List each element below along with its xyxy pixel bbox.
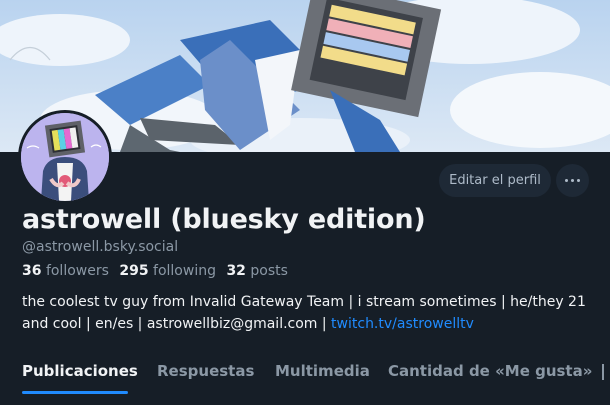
avatar-image [21,113,109,201]
following-label: following [153,263,216,279]
more-options-button[interactable] [556,164,589,197]
tab-overflow-indicator[interactable] [602,364,604,380]
profile-stats: 36 followers 295 following 32 posts [22,263,288,279]
bio-link[interactable]: twitch.tv/astrowelltv [331,316,474,332]
display-name: astrowell (bluesky edition) [22,204,426,235]
tab-likes[interactable]: Cantidad de «Me gusta» [388,362,592,380]
following-link[interactable]: 295 following [119,263,216,279]
followers-label: followers [45,263,109,279]
followers-link[interactable]: 36 followers [22,263,109,279]
profile-tabs: Publicaciones Respuestas Multimedia Cant… [0,352,610,405]
posts-count: 32 [226,263,246,279]
profile-avatar[interactable] [18,110,112,204]
edit-profile-button[interactable]: Editar el perfil [439,164,551,197]
following-count: 295 [119,263,149,279]
posts-stat: 32 posts [226,263,287,279]
profile-handle: @astrowell.bsky.social [22,239,179,255]
tab-multimedia[interactable]: Multimedia [275,362,370,380]
tab-respuestas[interactable]: Respuestas [157,362,254,380]
bio-text: the coolest tv guy from Invalid Gateway … [22,294,586,332]
active-tab-indicator [22,391,128,394]
profile-bio: the coolest tv guy from Invalid Gateway … [22,291,594,335]
posts-label: posts [250,263,288,279]
tab-publicaciones[interactable]: Publicaciones [22,362,138,380]
followers-count: 36 [22,263,42,279]
ellipsis-icon [564,179,582,182]
